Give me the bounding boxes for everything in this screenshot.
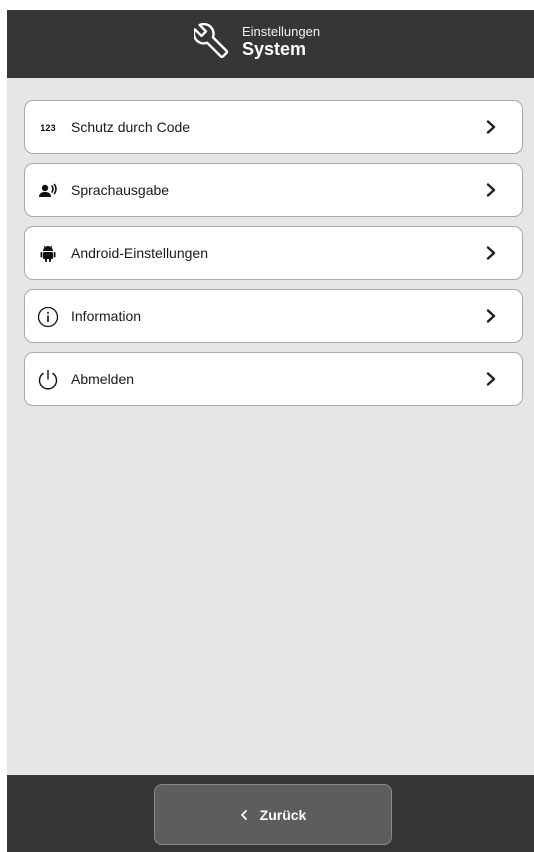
android-icon xyxy=(35,241,61,267)
menu-item-label: Android-Einstellungen xyxy=(71,245,208,261)
wrench-icon xyxy=(194,23,229,59)
menu-item-logout[interactable]: Abmelden xyxy=(24,352,523,406)
menu-item-label: Information xyxy=(71,308,142,324)
menu-item-label: Sprachausgabe xyxy=(71,182,170,198)
settings-menu: 123 Schutz durch Code Sprachausgabe Andr… xyxy=(24,100,523,415)
back-button[interactable]: Zurück xyxy=(154,784,392,845)
page-title: System xyxy=(242,39,307,59)
chevron-left-icon xyxy=(240,809,247,820)
menu-item-label: Abmelden xyxy=(71,371,135,387)
menu-item-android-settings[interactable]: Android-Einstellungen xyxy=(24,226,523,280)
power-icon xyxy=(35,367,61,393)
header-titles: Einstellungen System xyxy=(242,24,320,60)
voice-speaker-icon xyxy=(35,178,61,204)
numeric-123-icon: 123 xyxy=(40,123,56,133)
app-frame: Einstellungen System 123 Schutz durch Co… xyxy=(7,10,534,852)
menu-item-code-protection[interactable]: 123 Schutz durch Code xyxy=(24,100,523,154)
chevron-right-icon xyxy=(486,183,496,197)
menu-item-label: Schutz durch Code xyxy=(71,119,191,135)
chevron-right-icon xyxy=(486,372,496,386)
menu-item-information[interactable]: Information xyxy=(24,289,523,343)
header-subtitle: Einstellungen xyxy=(242,24,321,39)
chevron-right-icon xyxy=(486,246,496,260)
back-button-label: Zurück xyxy=(259,806,307,823)
header-bar: Einstellungen System xyxy=(7,10,534,78)
footer-bar: Zurück xyxy=(7,775,534,852)
chevron-right-icon xyxy=(486,309,496,323)
menu-item-voice-output[interactable]: Sprachausgabe xyxy=(24,163,523,217)
chevron-right-icon xyxy=(486,120,496,134)
info-circle-icon xyxy=(35,304,61,330)
